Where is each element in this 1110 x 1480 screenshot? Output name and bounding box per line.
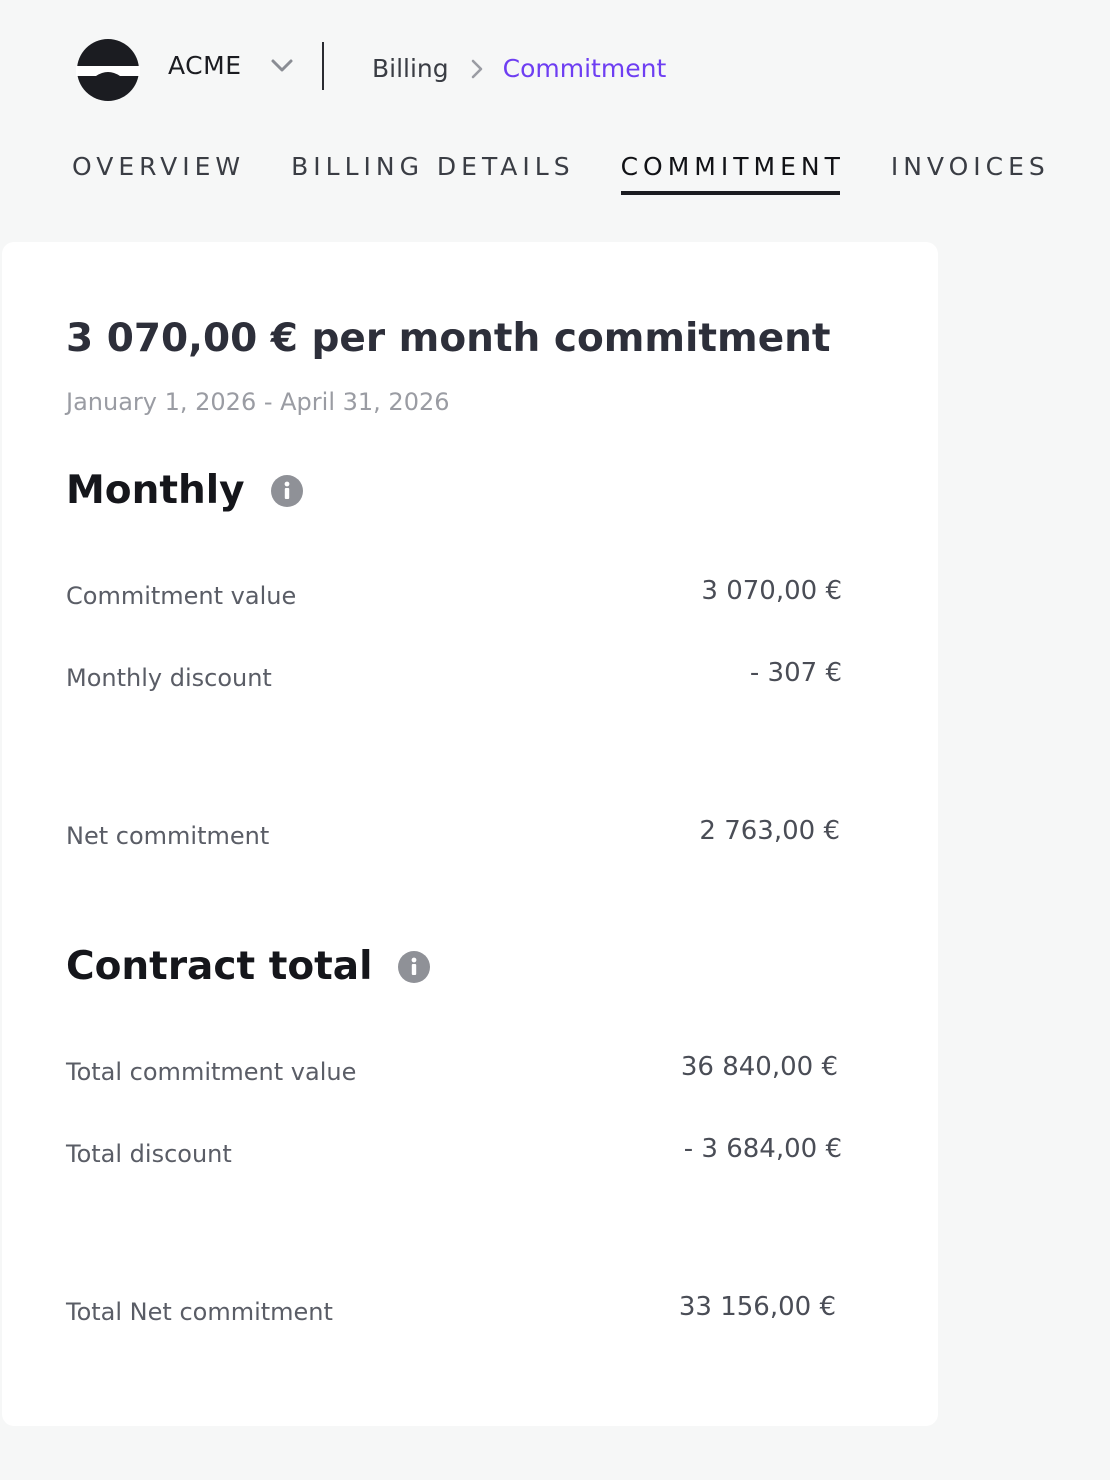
- total-net-commitment-label: Total Net commitment: [66, 1298, 333, 1326]
- commitment-period: January 1, 2026 - April 31, 2026: [66, 388, 450, 416]
- commitment-card: 3 070,00 € per month commitment January …: [2, 242, 938, 1426]
- breadcrumb-current: Commitment: [502, 54, 667, 83]
- info-icon[interactable]: [270, 474, 303, 507]
- monthly-discount-label: Monthly discount: [66, 664, 272, 692]
- acme-logo-icon: [76, 39, 140, 101]
- total-discount-amount: - 3 684,00 €: [683, 1134, 842, 1164]
- tab-bar: OVERVIEW BILLING DETAILS COMMITMENT INVO…: [72, 152, 1096, 195]
- tab-invoices[interactable]: INVOICES: [891, 152, 1050, 195]
- monthly-discount-amount: - 307 €: [749, 658, 842, 688]
- total-net-commitment-amount: 33 156,00 €: [678, 1292, 836, 1322]
- total-commitment-value-amount: 36 840,00 €: [680, 1052, 838, 1082]
- org-switcher-label[interactable]: ACME: [168, 51, 241, 80]
- net-commitment-amount: 2 763,00 €: [699, 816, 840, 846]
- commitment-value-label: Commitment value: [66, 582, 297, 610]
- tab-billing-details[interactable]: BILLING DETAILS: [291, 152, 574, 195]
- chevron-right-icon: [471, 59, 482, 78]
- tab-commitment[interactable]: COMMITMENT: [620, 152, 845, 195]
- breadcrumb: Billing Commitment: [372, 54, 666, 83]
- contract-total-heading-text: Contract total: [66, 944, 373, 989]
- info-icon[interactable]: [398, 950, 431, 983]
- total-discount-label: Total discount: [66, 1140, 232, 1168]
- commitment-title: 3 070,00 € per month commitment: [66, 316, 831, 361]
- chevron-down-icon[interactable]: [270, 56, 294, 76]
- header-divider: [322, 42, 324, 90]
- tab-overview[interactable]: OVERVIEW: [72, 152, 245, 195]
- breadcrumb-billing-link[interactable]: Billing: [372, 54, 449, 83]
- commitment-value-amount: 3 070,00 €: [701, 576, 842, 606]
- monthly-heading-text: Monthly: [66, 468, 245, 513]
- contract-total-section-heading: Contract total: [66, 944, 431, 989]
- total-commitment-value-label: Total commitment value: [66, 1058, 357, 1086]
- top-bar: ACME Billing Commitment: [0, 0, 1110, 140]
- monthly-section-heading: Monthly: [66, 468, 303, 513]
- net-commitment-label: Net commitment: [66, 822, 270, 850]
